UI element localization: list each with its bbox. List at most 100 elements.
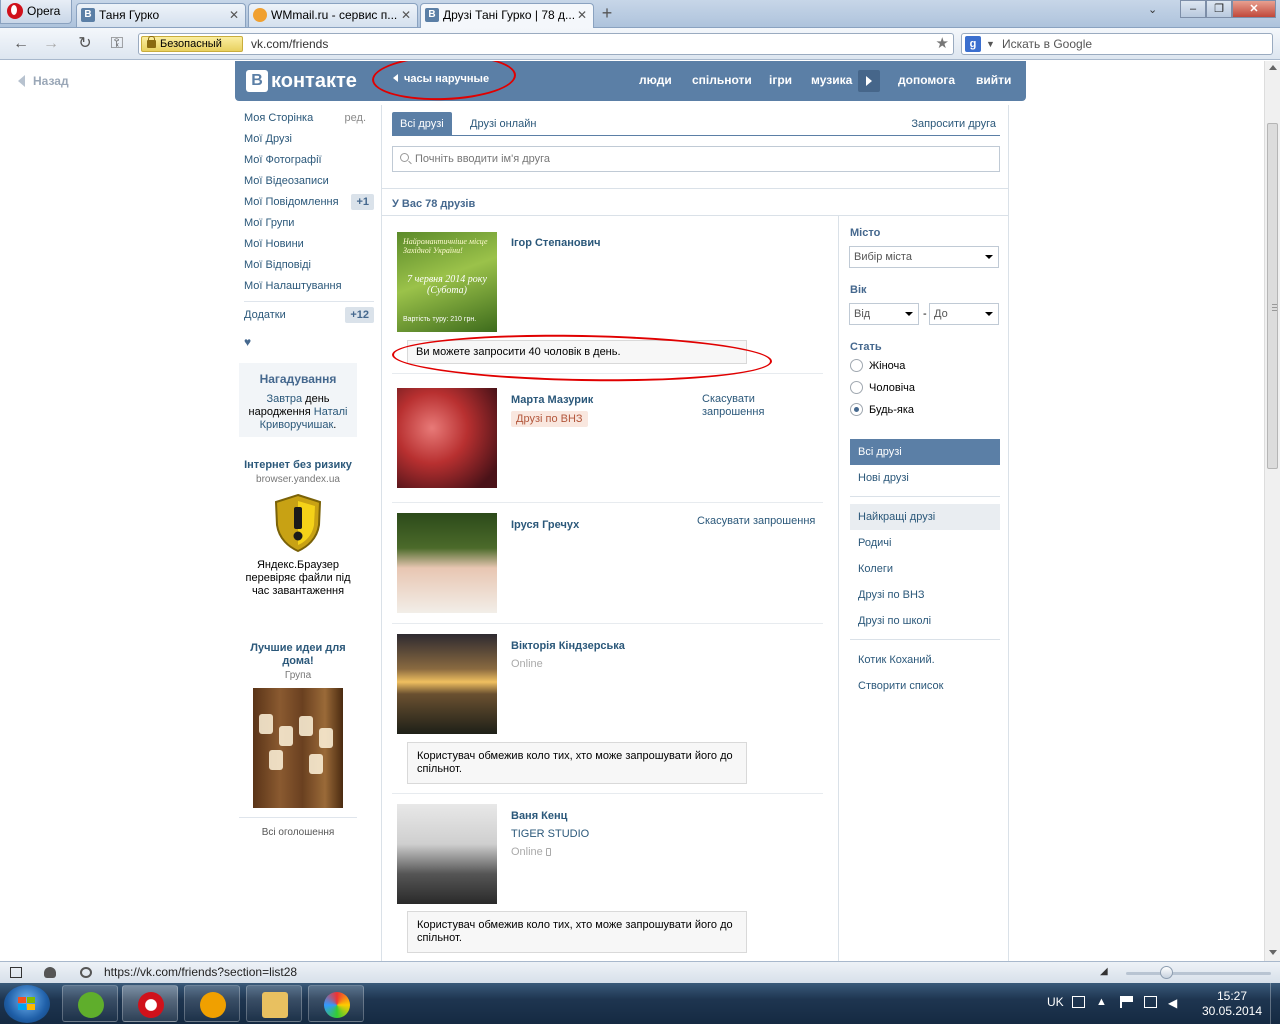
heart-icon[interactable]: ♥ <box>244 335 374 349</box>
taskbar-utorrent[interactable] <box>62 985 118 1022</box>
google-icon[interactable]: g <box>965 36 981 52</box>
show-desktop-button[interactable] <box>1270 983 1280 1024</box>
edit-link[interactable]: ред. <box>345 109 366 127</box>
menu-my-settings[interactable]: Мої Налаштування <box>244 277 374 298</box>
reload-icon[interactable]: ↻ <box>74 34 96 54</box>
cancel-invite-link[interactable]: Скасувати запрошення <box>702 393 782 419</box>
age-to-select[interactable]: До <box>929 303 999 325</box>
nav-logout[interactable]: вийти <box>976 73 1011 87</box>
close-window-icon[interactable]: ✕ <box>1232 0 1276 18</box>
page-scrollbar[interactable] <box>1264 61 1280 961</box>
url-text[interactable]: vk.com/friends <box>251 34 328 54</box>
ad-title[interactable]: Інтернет без ризику <box>239 459 357 472</box>
list-all-friends[interactable]: Всі друзі <box>850 439 1000 465</box>
friend-photo[interactable] <box>397 634 497 734</box>
ad-home-ideas[interactable]: Лучшие идеи для дома! Група <box>239 642 357 808</box>
keyboard-icon[interactable] <box>1072 996 1085 1008</box>
friend-photo[interactable] <box>397 804 497 904</box>
radio-button-selected[interactable] <box>850 403 863 416</box>
radio-button[interactable] <box>850 381 863 394</box>
language-indicator[interactable]: UK <box>1047 995 1064 1009</box>
address-field[interactable]: Безопасный vk.com/friends ★ <box>138 33 954 55</box>
sex-radio-any[interactable]: Будь-яка <box>850 403 914 417</box>
friend-list-tag[interactable]: Друзі по ВНЗ <box>511 411 588 427</box>
menu-my-friends[interactable]: Мої Друзі <box>244 130 374 151</box>
radio-button[interactable] <box>850 359 863 372</box>
close-tab-icon[interactable]: ✕ <box>577 4 587 26</box>
tab-menu-icon[interactable]: ⌄ <box>1148 3 1157 16</box>
list-university-friends[interactable]: Друзі по ВНЗ <box>850 582 1000 608</box>
key-icon[interactable]: ⚿ <box>106 34 128 54</box>
list-best-friends[interactable]: Найкращі друзі <box>850 504 1000 530</box>
tab-friends-online[interactable]: Друзі онлайн <box>462 112 544 136</box>
taskbar-paint[interactable] <box>308 985 364 1022</box>
friend-name[interactable]: Марта Мазурик <box>511 394 593 406</box>
cancel-invite-link[interactable]: Скасувати запрошення <box>697 515 815 528</box>
nav-music[interactable]: музика <box>811 73 852 87</box>
menu-my-page[interactable]: Моя Сторінка ред. <box>244 109 374 130</box>
list-custom[interactable]: Котик Коханий. <box>850 647 1000 673</box>
vk-logo[interactable]: B контакте <box>246 69 357 93</box>
city-select[interactable]: Вибір міста <box>849 246 999 268</box>
flag-icon[interactable] <box>1120 996 1133 1008</box>
menu-my-news[interactable]: Мої Новини <box>244 235 374 256</box>
friend-photo[interactable] <box>397 388 497 488</box>
sex-radio-female[interactable]: Жіноча <box>850 359 905 373</box>
back-link[interactable]: Назад <box>18 74 69 88</box>
friend-search-input[interactable]: Почніть вводити ім'я друга <box>392 146 1000 172</box>
nav-games[interactable]: ігри <box>769 73 792 87</box>
system-clock[interactable]: 15:27 30.05.2014 <box>1196 989 1268 1019</box>
friend-name[interactable]: Вікторія Кіндзерська <box>511 640 625 652</box>
nav-communities[interactable]: спільноти <box>692 73 752 87</box>
list-colleagues[interactable]: Колеги <box>850 556 1000 582</box>
menu-my-messages[interactable]: Мої Повідомлення +1 <box>244 193 374 214</box>
close-tab-icon[interactable]: ✕ <box>229 4 239 26</box>
menu-my-groups[interactable]: Мої Групи <box>244 214 374 235</box>
age-from-select[interactable]: Від <box>849 303 919 325</box>
back-arrow-icon[interactable]: ← <box>10 34 32 54</box>
tab-all-friends[interactable]: Всі друзі <box>392 112 452 136</box>
friend-name[interactable]: Іруся Гречух <box>511 519 579 531</box>
list-relatives[interactable]: Родичі <box>850 530 1000 556</box>
menu-my-videos[interactable]: Мої Відеозаписи <box>244 172 374 193</box>
security-badge[interactable]: Безопасный <box>141 36 243 52</box>
zoom-slider[interactable] <box>1126 972 1271 975</box>
friend-company[interactable]: TIGER STUDIO <box>511 828 589 840</box>
scroll-down-icon[interactable] <box>1269 950 1277 955</box>
menu-my-photos[interactable]: Мої Фотографії <box>244 151 374 172</box>
list-new-friends[interactable]: Нові друзі <box>850 465 1000 491</box>
all-ads-link[interactable]: Всі оголошення <box>239 827 357 838</box>
taskbar-explorer[interactable] <box>246 985 302 1022</box>
scroll-up-icon[interactable] <box>1269 65 1277 70</box>
chevron-up-icon[interactable]: ▲ <box>1096 996 1109 1008</box>
restore-icon[interactable]: ❐ <box>1206 0 1232 18</box>
menu-my-answers[interactable]: Мої Відповіді <box>244 256 374 277</box>
friend-photo[interactable]: Найромантичніше місце Західної України! … <box>397 232 497 332</box>
volume-icon[interactable]: ◀ <box>1168 996 1181 1010</box>
zoom-slider-thumb[interactable] <box>1160 966 1173 979</box>
chevron-down-icon[interactable]: ▼ <box>986 34 995 54</box>
ad-image[interactable] <box>253 688 343 808</box>
opera-menu-button[interactable]: Opera <box>0 0 72 24</box>
browser-search-field[interactable]: g ▼ Искать в Google <box>961 33 1273 55</box>
shield-warning-icon[interactable] <box>273 493 323 553</box>
music-play-icon[interactable] <box>858 70 880 92</box>
ad-title[interactable]: Лучшие идеи для дома! <box>239 642 357 668</box>
cloud-icon[interactable] <box>44 967 56 978</box>
create-list-link[interactable]: Створити список <box>850 673 1000 699</box>
taskbar-opera[interactable] <box>122 985 178 1022</box>
browser-tab-3[interactable]: B Друзі Тані Гурко | 78 д... ✕ <box>420 3 594 28</box>
ad-yandex[interactable]: Інтернет без ризику browser.yandex.ua Ян… <box>239 459 357 598</box>
network-icon[interactable] <box>1144 996 1157 1008</box>
panel-toggle-icon[interactable] <box>10 967 22 978</box>
minimize-icon[interactable]: ‒ <box>1180 0 1206 18</box>
zoom-out-icon[interactable]: ◢ <box>1100 966 1108 977</box>
nav-help[interactable]: допомога <box>898 73 955 87</box>
scroll-thumb[interactable] <box>1267 123 1278 469</box>
browser-tab-2[interactable]: WMmail.ru - сервис п... ✕ <box>248 3 418 27</box>
nav-people[interactable]: люди <box>639 73 672 87</box>
menu-apps[interactable]: Додатки +12 <box>244 306 374 327</box>
turbo-icon[interactable] <box>80 967 92 978</box>
tomorrow-link[interactable]: Завтра <box>266 393 302 405</box>
friend-photo[interactable] <box>397 513 497 613</box>
